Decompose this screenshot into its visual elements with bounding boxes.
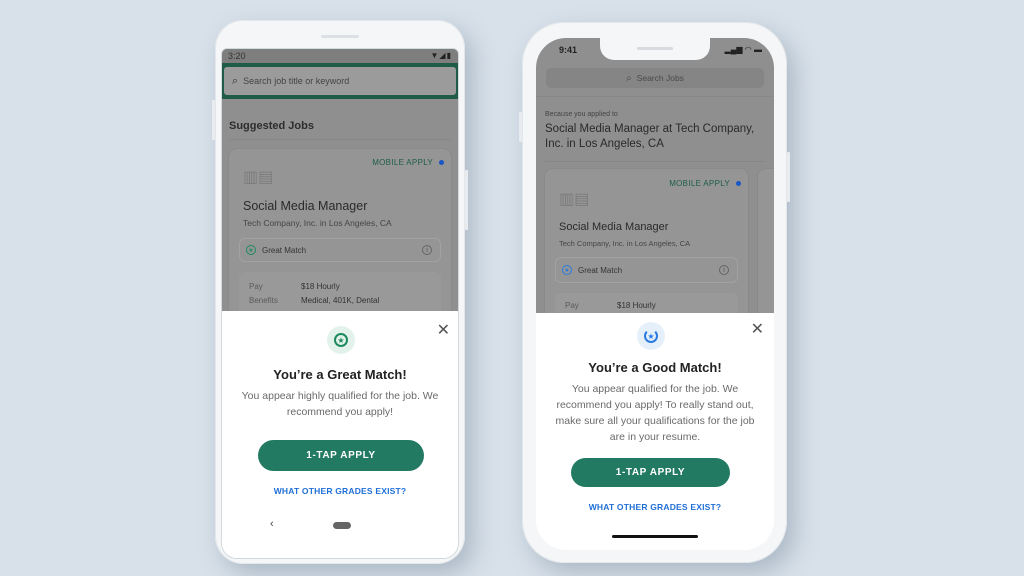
one-tap-apply-button[interactable]: 1-TAP APPLY: [258, 440, 424, 471]
other-grades-link[interactable]: WHAT OTHER GRADES EXIST?: [536, 502, 774, 512]
notch: [600, 38, 710, 60]
status-icons: ▼◢▮: [430, 51, 452, 60]
search-input[interactable]: ⌕ Search job title or keyword: [224, 67, 456, 95]
android-phone-mockup: 3:20 ▼◢▮ ⌕ Search job title or keyword S…: [212, 20, 468, 564]
detail-row: Pay $18 Hourly: [565, 300, 656, 310]
other-grades-link[interactable]: WHAT OTHER GRADES EXIST?: [222, 486, 458, 496]
job-title: Social Media Manager: [559, 221, 669, 233]
home-indicator[interactable]: [612, 535, 698, 538]
mobile-apply-dot: [439, 160, 444, 166]
star-icon: ★: [334, 333, 348, 347]
iphone-mockup: 9:41 ▂▄▆ ◠ ▬ ⌕ Search Jobs Because you a…: [519, 22, 790, 563]
building-icon: ▥▤: [559, 191, 590, 208]
good-match-icon: ★: [562, 265, 572, 275]
sheet-title: You’re a Great Match!: [273, 367, 407, 382]
detail-row: Pay $18 Hourly: [249, 281, 340, 291]
match-grade-row[interactable]: ★ Great Match i: [239, 238, 441, 262]
great-match-icon: ★: [246, 245, 256, 255]
nav-home-button[interactable]: [333, 522, 351, 529]
sheet-body: You appear highly qualified for the job.…: [241, 390, 439, 418]
because-title: Social Media Manager at Tech Company, In…: [545, 123, 755, 150]
side-button: [212, 100, 215, 140]
dimmed-background: 9:41 ▂▄▆ ◠ ▬ ⌕ Search Jobs Because you a…: [536, 38, 774, 343]
iphone-screen: 9:41 ▂▄▆ ◠ ▬ ⌕ Search Jobs Because you a…: [536, 38, 774, 550]
close-icon[interactable]: ✕: [751, 322, 764, 338]
android-screen: 3:20 ▼◢▮ ⌕ Search job title or keyword S…: [221, 48, 459, 559]
one-tap-apply-button[interactable]: 1-TAP APPLY: [571, 458, 730, 487]
divider: [536, 96, 774, 97]
side-button: [787, 152, 790, 202]
sheet-title: You’re a Good Match!: [588, 360, 722, 375]
detail-row: Benefits Medical, 401K, Dental: [249, 295, 380, 305]
dimmed-background: 3:20 ▼◢▮ ⌕ Search job title or keyword S…: [222, 49, 458, 332]
section-title: Suggested Jobs: [229, 120, 314, 132]
mobile-apply-dot: [736, 181, 741, 187]
status-time: 3:20: [228, 51, 246, 61]
divider: [545, 161, 765, 162]
status-icons: ▂▄▆ ◠ ▬: [724, 45, 762, 54]
side-button: [465, 170, 468, 230]
building-icon: ▥▤: [243, 169, 274, 186]
search-placeholder: Search Jobs: [636, 73, 684, 83]
info-icon[interactable]: i: [719, 265, 729, 275]
job-card[interactable]: MOBILE APPLY ▥▤ Social Media Manager Tec…: [229, 149, 451, 332]
nav-back-button[interactable]: ‹: [270, 518, 274, 530]
job-company: Tech Company, Inc. in Los Angeles, CA: [559, 239, 691, 248]
match-bottom-sheet: ★ ✕ You’re a Good Match! You appear qual…: [536, 313, 774, 550]
search-icon: ⌕: [626, 72, 632, 84]
status-time: 9:41: [559, 45, 578, 55]
status-bar: 3:20 ▼◢▮: [222, 49, 458, 63]
job-company: Tech Company, Inc. in Los Angeles, CA: [243, 218, 392, 228]
side-button: [519, 112, 522, 142]
match-grade-row[interactable]: ★ Great Match i: [555, 257, 738, 283]
divider: [229, 139, 451, 140]
earpiece: [321, 35, 359, 38]
search-placeholder: Search job title or keyword: [243, 76, 350, 86]
mobile-apply-badge: MOBILE APPLY: [372, 158, 444, 167]
search-input[interactable]: ⌕ Search Jobs: [546, 68, 764, 88]
because-label: Because you applied to: [545, 111, 618, 118]
star-icon: ★: [644, 329, 658, 343]
search-bar-container: ⌕ Search job title or keyword: [222, 63, 458, 99]
match-label: Great Match: [578, 265, 623, 275]
earpiece: [637, 47, 673, 50]
info-icon[interactable]: i: [422, 245, 432, 255]
match-badge: ★: [327, 326, 355, 354]
mobile-apply-badge: MOBILE APPLY: [669, 179, 741, 188]
search-icon: ⌕: [232, 74, 239, 87]
match-badge: ★: [637, 322, 665, 350]
close-icon[interactable]: ✕: [437, 323, 450, 339]
sheet-body: You appear qualified for the job. We rec…: [555, 383, 755, 443]
job-title: Social Media Manager: [243, 199, 368, 213]
match-bottom-sheet: ★ ✕ You’re a Great Match! You appear hig…: [222, 311, 458, 558]
match-label: Great Match: [262, 245, 307, 255]
